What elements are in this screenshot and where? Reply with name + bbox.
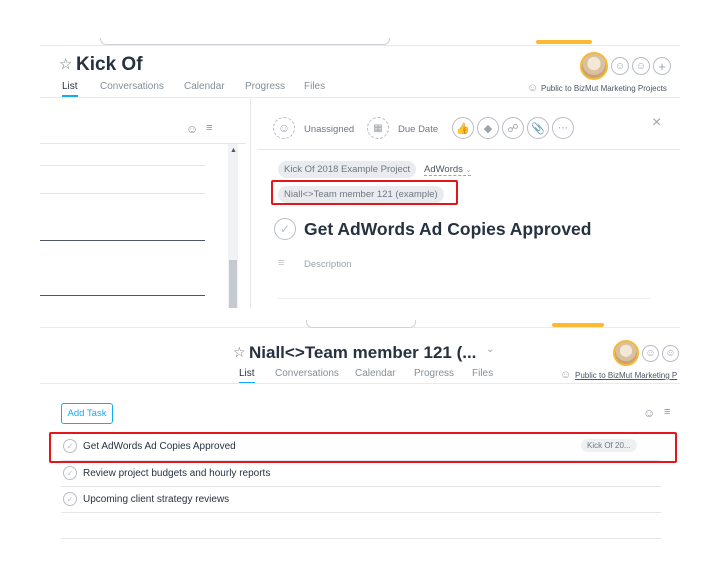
- highlight-task-row: [49, 432, 677, 463]
- pane-divider: [250, 98, 251, 308]
- top-screenshot-panel: ☆ Kick Of List Conversations Calendar Pr…: [40, 38, 680, 308]
- bottom-yellow-indicator: [552, 323, 604, 327]
- complete-checkmark-icon[interactable]: ✓: [274, 218, 296, 240]
- scroll-up-arrow-icon[interactable]: ▲: [230, 147, 237, 154]
- description-icon: ≡: [278, 257, 285, 269]
- assignee-label[interactable]: Unassigned: [304, 124, 354, 135]
- chevron-down-icon[interactable]: ⌄: [486, 344, 494, 355]
- list-row-line-1: [40, 165, 205, 166]
- row-divider: [61, 538, 661, 539]
- list-row-line-4: [40, 295, 205, 296]
- add-member-icon[interactable]: ☺: [642, 345, 659, 362]
- add-task-label: Add Task: [67, 408, 107, 419]
- table-row[interactable]: ✓ Review project budgets and hourly repo…: [61, 462, 661, 484]
- highlight-subproject: [271, 180, 458, 205]
- tab-files[interactable]: Files: [472, 368, 493, 379]
- people-icon: ☺: [560, 369, 572, 381]
- chevron-down-icon: ⌄: [465, 167, 472, 174]
- assignee-icon[interactable]: ☺: [273, 117, 295, 139]
- calendar-icon[interactable]: ▦: [367, 117, 389, 139]
- tab-files[interactable]: Files: [304, 81, 325, 92]
- close-icon[interactable]: ×: [652, 114, 661, 132]
- subtask-icon[interactable]: ☍: [502, 117, 524, 139]
- public-label[interactable]: Public to BizMut Marketing Projects: [541, 84, 667, 93]
- bottom-strip-tab-stub: [306, 320, 416, 328]
- list-row-line-3: [40, 240, 205, 241]
- scrollbar-thumb[interactable]: [229, 260, 237, 308]
- favorite-star-icon[interactable]: ☆: [59, 55, 72, 73]
- row-divider: [61, 512, 661, 513]
- row-divider: [61, 486, 661, 487]
- tab-list[interactable]: List: [62, 81, 78, 97]
- tab-progress[interactable]: Progress: [245, 81, 285, 92]
- due-date-label[interactable]: Due Date: [398, 124, 438, 135]
- like-icon[interactable]: 👍: [452, 117, 474, 139]
- tab-calendar[interactable]: Calendar: [355, 368, 396, 379]
- list-row-line-2: [40, 193, 205, 194]
- task-name[interactable]: Review project budgets and hourly report…: [83, 468, 270, 479]
- more-options-icon[interactable]: ⋯: [552, 117, 574, 139]
- avatar[interactable]: [580, 52, 608, 80]
- add-member-icon-2[interactable]: ☺: [632, 57, 650, 75]
- table-row[interactable]: ✓ Upcoming client strategy reviews: [61, 488, 661, 510]
- project-title[interactable]: Niall<>Team member 121 (...: [249, 343, 476, 363]
- complete-checkmark-icon[interactable]: ✓: [63, 466, 77, 480]
- list-divider: [40, 143, 246, 144]
- bottom-screenshot-panel: ☆ Niall<>Team member 121 (... ⌄ List Con…: [40, 320, 680, 570]
- header-divider: [40, 383, 680, 384]
- tag-icon[interactable]: ◆: [477, 117, 499, 139]
- tab-list[interactable]: List: [239, 368, 255, 384]
- task-name[interactable]: Upcoming client strategy reviews: [83, 494, 229, 505]
- tab-conversations[interactable]: Conversations: [100, 81, 164, 92]
- top-strip-tab-stub: [100, 38, 390, 45]
- tab-calendar[interactable]: Calendar: [184, 81, 225, 92]
- public-label[interactable]: Public to BizMut Marketing P: [575, 371, 677, 380]
- description-placeholder[interactable]: Description: [304, 259, 352, 270]
- sliders-icon[interactable]: ≡: [664, 406, 670, 418]
- people-icon: ☺: [527, 82, 539, 94]
- sliders-icon[interactable]: ≡: [206, 122, 212, 134]
- complete-checkmark-icon[interactable]: ✓: [63, 492, 77, 506]
- plus-icon[interactable]: +: [653, 57, 671, 75]
- add-member-icon[interactable]: ☺: [611, 57, 629, 75]
- section-label: AdWords: [424, 164, 463, 175]
- user-filter-icon[interactable]: ☺: [643, 406, 655, 420]
- user-filter-icon[interactable]: ☺: [186, 122, 198, 136]
- top-yellow-indicator: [536, 40, 592, 44]
- detail-bottom-divider: [278, 298, 650, 299]
- avatar[interactable]: [613, 340, 639, 366]
- project-tag[interactable]: Kick Of 2018 Example Project: [278, 161, 417, 178]
- section-dropdown[interactable]: AdWords ⌄: [424, 164, 472, 176]
- project-title[interactable]: Kick Of: [76, 54, 143, 76]
- detail-toolbar-divider: [258, 149, 680, 150]
- tab-conversations[interactable]: Conversations: [275, 368, 339, 379]
- attachment-icon[interactable]: 📎: [527, 117, 549, 139]
- task-title[interactable]: Get AdWords Ad Copies Approved: [304, 219, 591, 240]
- header-divider: [40, 97, 680, 98]
- add-member-icon-2[interactable]: ☺: [662, 345, 679, 362]
- add-task-button[interactable]: Add Task: [61, 403, 113, 424]
- tab-progress[interactable]: Progress: [414, 368, 454, 379]
- favorite-star-icon[interactable]: ☆: [233, 344, 246, 361]
